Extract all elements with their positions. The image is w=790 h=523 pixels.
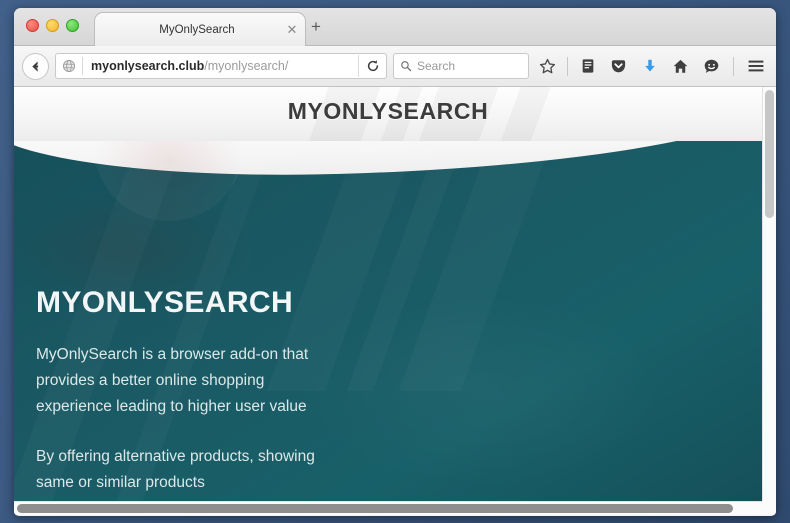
- pocket-icon[interactable]: [606, 53, 631, 80]
- bookmark-star-icon[interactable]: [535, 53, 560, 80]
- site-logo: MYONLYSEARCH: [287, 98, 489, 124]
- close-window-button[interactable]: [26, 19, 39, 32]
- library-icon[interactable]: [575, 53, 600, 80]
- url-text: myonlysearch.club/myonlysearch/: [83, 59, 358, 73]
- magnifier-icon: [401, 61, 412, 72]
- downloads-icon[interactable]: [637, 53, 662, 80]
- search-input[interactable]: Search: [393, 53, 529, 79]
- back-arrow-icon: [32, 60, 39, 72]
- navigation-toolbar: myonlysearch.club/myonlysearch/ Search: [14, 46, 776, 87]
- site-header: MYONLYSEARCH: [14, 87, 762, 149]
- url-domain: myonlysearch.club: [91, 59, 205, 73]
- sync-smiley-icon[interactable]: [699, 53, 724, 80]
- tab-title: MyOnlySearch: [159, 23, 235, 36]
- new-tab-button[interactable]: +: [311, 18, 321, 35]
- url-path: /myonlysearch/: [204, 59, 289, 73]
- reload-icon: [367, 60, 378, 72]
- hamburger-menu-icon[interactable]: [743, 53, 768, 80]
- hero-content: MYONLYSEARCH MyOnlySearch is a browser a…: [36, 286, 732, 496]
- horizontal-scrollbar[interactable]: [14, 501, 776, 515]
- globe-icon: [56, 59, 82, 73]
- hero-paragraph-1: MyOnlySearch is a browser add-on that pr…: [36, 346, 309, 415]
- tab-strip: MyOnlySearch ✕ +: [14, 8, 776, 46]
- search-placeholder: Search: [417, 59, 456, 73]
- horizontal-scrollbar-thumb[interactable]: [17, 504, 733, 513]
- back-button[interactable]: [22, 52, 49, 80]
- minimize-window-button[interactable]: [46, 19, 59, 32]
- hero-paragraph-2: By offering alternative products, showin…: [36, 448, 315, 491]
- browser-tab-myonlysearch[interactable]: MyOnlySearch ✕: [94, 12, 306, 46]
- desktop-backdrop: MyOnlySearch ✕ + myonlysearch.club/myonl…: [0, 0, 790, 523]
- hero-section: .com MYONLYSEARCH MyOnlySearch is a brow…: [14, 141, 762, 501]
- web-page-content: MYONLYSEARCH .com MYONLYSEARCH MyOnl: [14, 87, 762, 501]
- window-controls: [26, 19, 79, 32]
- reload-button[interactable]: [358, 55, 386, 77]
- toolbar-divider: [567, 56, 568, 76]
- page-title: MYONLYSEARCH: [36, 286, 294, 319]
- scrollbar-corner: [762, 501, 776, 515]
- home-icon[interactable]: [668, 53, 693, 80]
- close-icon[interactable]: ✕: [283, 23, 305, 36]
- browser-window: MyOnlySearch ✕ + myonlysearch.club/myonl…: [14, 8, 776, 516]
- vertical-scrollbar[interactable]: [762, 87, 776, 501]
- page-viewport: MYONLYSEARCH .com MYONLYSEARCH MyOnl: [14, 87, 776, 515]
- vertical-scrollbar-thumb[interactable]: [765, 90, 774, 218]
- toolbar-divider-2: [733, 56, 734, 76]
- zoom-window-button[interactable]: [66, 19, 79, 32]
- address-bar[interactable]: myonlysearch.club/myonlysearch/: [55, 53, 387, 79]
